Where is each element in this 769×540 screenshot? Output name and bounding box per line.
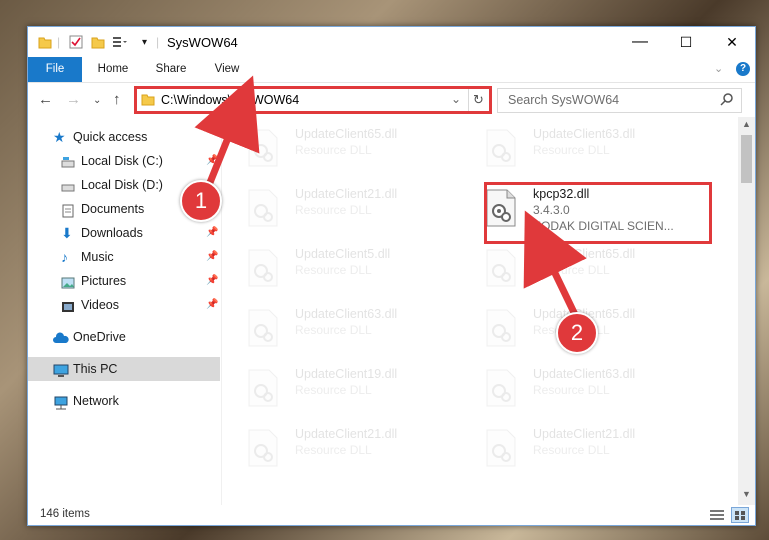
annotation-arrows xyxy=(194,75,587,327)
step-badge-1: 1 xyxy=(180,180,222,222)
step-badge-2: 2 xyxy=(556,312,598,354)
